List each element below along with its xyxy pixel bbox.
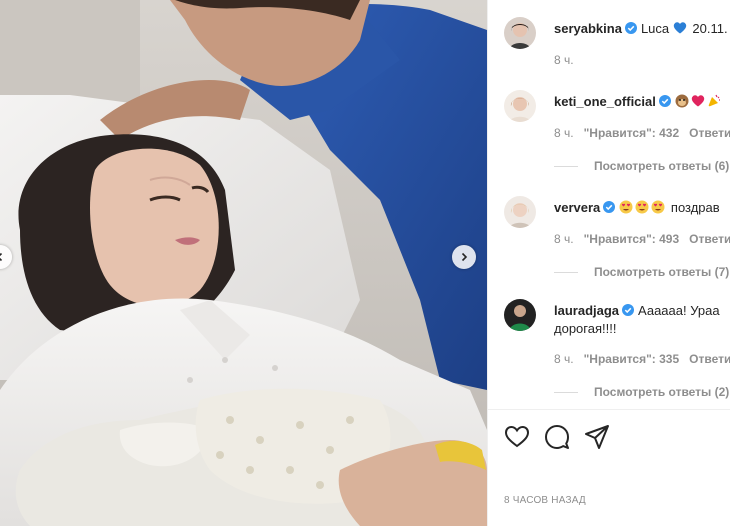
view-replies-button[interactable]: Посмотреть ответы (2): [554, 385, 729, 399]
heart-outline-icon: [504, 425, 530, 448]
view-replies-label: Посмотреть ответы (2): [594, 385, 730, 399]
monkey-emoji: [675, 94, 689, 108]
like-button[interactable]: [504, 424, 530, 450]
comment-username[interactable]: ververa: [554, 200, 600, 215]
comment-age[interactable]: 8 ч.: [554, 352, 574, 366]
post-photo[interactable]: [0, 0, 487, 526]
comment-likes[interactable]: "Нравится": 432: [584, 126, 680, 140]
comment-text: ververa поздрав: [554, 199, 720, 217]
comment-age[interactable]: 8 ч.: [554, 232, 574, 246]
heart-emoji: [691, 95, 705, 107]
replies-line: [554, 165, 578, 167]
comment-button[interactable]: [544, 424, 570, 450]
caption-body: Luca: [640, 21, 670, 36]
avatar[interactable]: [504, 17, 536, 49]
carousel-next-button[interactable]: [452, 245, 476, 269]
instagram-post: seryabkina Luca 20.11. 8 ч. keti_one_offi…: [0, 0, 730, 526]
comment-body: Аааааа! Ураа: [638, 303, 720, 318]
verified-badge-icon: [603, 201, 616, 213]
verified-badge-icon: [658, 95, 671, 107]
party-emoji: [707, 94, 720, 107]
comment-body-line2: дорогая!!!!: [554, 321, 617, 336]
comment-age[interactable]: 8 ч.: [554, 126, 574, 140]
comment-meta: 8 ч. "Нравится": 493 Ответить: [554, 232, 730, 246]
comment-username[interactable]: keti_one_official: [554, 94, 656, 109]
caption-date: 20.11.: [692, 21, 728, 36]
comment-text: keti_one_official: [554, 93, 723, 111]
verified-badge-icon: [622, 304, 635, 316]
share-button[interactable]: [584, 424, 610, 450]
view-replies-button[interactable]: Посмотреть ответы (7): [554, 265, 729, 279]
comment-text: lauradjaga Аааааа! Ураа дорогая!!!!: [554, 302, 720, 338]
comments-panel: seryabkina Luca 20.11. 8 ч. keti_one_offi…: [487, 0, 730, 526]
blue-heart-emoji: [673, 22, 686, 34]
action-bar: [504, 424, 730, 450]
chevron-left-icon: [0, 252, 3, 262]
chevron-right-icon: [461, 252, 468, 262]
verified-badge-icon: [624, 22, 637, 34]
comment-likes[interactable]: "Нравится": 335: [584, 352, 680, 366]
heart-eyes-emoji: [619, 200, 633, 214]
avatar[interactable]: [504, 90, 536, 122]
replies-line: [554, 391, 578, 393]
view-replies-label: Посмотреть ответы (7): [594, 265, 730, 279]
divider: [488, 409, 730, 410]
view-replies-button[interactable]: Посмотреть ответы (6): [554, 159, 729, 173]
photo-image: [0, 0, 487, 526]
heart-eyes-emoji: [635, 200, 649, 214]
avatar[interactable]: [504, 299, 536, 331]
caption-text: seryabkina Luca 20.11.: [554, 20, 728, 38]
comment-likes[interactable]: "Нравится": 493: [584, 232, 680, 246]
comment-username[interactable]: lauradjaga: [554, 303, 619, 318]
reply-button[interactable]: Ответить: [689, 352, 730, 366]
avatar[interactable]: [504, 196, 536, 228]
comment-bubble-icon: [545, 425, 569, 449]
caption-meta: 8 ч.: [554, 53, 584, 67]
paper-plane-icon: [585, 425, 609, 449]
reply-button[interactable]: Ответить: [689, 126, 730, 140]
replies-line: [554, 271, 578, 273]
view-replies-label: Посмотреть ответы (6): [594, 159, 730, 173]
reply-button[interactable]: Ответить: [689, 232, 730, 246]
comment-body: поздрав: [670, 200, 720, 215]
comment-meta: 8 ч. "Нравится": 335 Ответить: [554, 352, 730, 366]
comment-meta: 8 ч. "Нравится": 432 Ответить: [554, 126, 730, 140]
caption-username[interactable]: seryabkina: [554, 21, 622, 36]
caption-age[interactable]: 8 ч.: [554, 53, 574, 67]
heart-eyes-emoji: [651, 200, 665, 214]
post-timestamp[interactable]: 8 ЧАСОВ НАЗАД: [504, 495, 586, 506]
